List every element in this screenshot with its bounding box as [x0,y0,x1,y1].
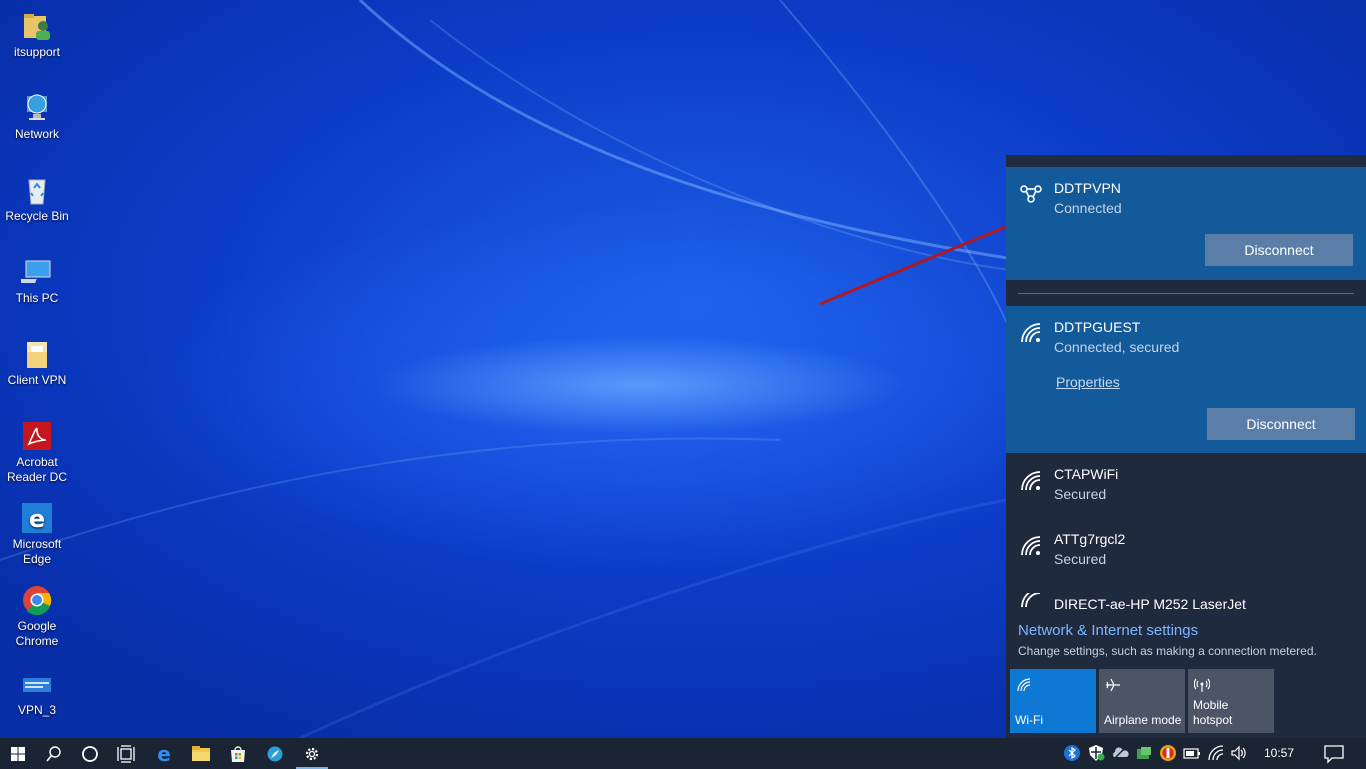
wifi-icon [1018,320,1044,346]
desktop-icon-label: Google Chrome [15,619,59,648]
mobile-hotspot-tile[interactable]: Mobile hotspot [1188,669,1274,733]
tile-label: Mobile hotspot [1193,698,1233,727]
airplane-mode-tile[interactable]: Airplane mode [1099,669,1185,733]
network-wifi-icon[interactable] [1207,744,1225,762]
network-name: CTAPWiFi [1054,466,1119,482]
windows-logo-icon [11,746,25,761]
desktop-icon-label: VPN_3 [17,703,57,717]
bluetooth-icon[interactable] [1063,744,1081,762]
defender-shield-icon[interactable] [1087,744,1105,762]
compass-icon [267,746,283,761]
network-list-item[interactable]: ATTg7rgcl2 Secured [1006,520,1366,584]
wifi-icon [1018,533,1044,559]
vpn-disconnect-button[interactable]: Disconnect [1205,234,1353,266]
taskbar: e 10:57 [0,738,1366,769]
network-settings-description: Change settings, such as making a connec… [1018,644,1317,658]
antivirus-icon[interactable] [1159,744,1177,762]
search-icon [46,745,61,762]
network-status: Secured [1054,486,1107,502]
wifi-icon [1016,677,1032,693]
network-list-item[interactable]: DIRECT-ae-HP M252 LaserJet [1006,585,1366,617]
network-settings-link[interactable]: Network & Internet settings [1018,622,1198,639]
vpn-icon [1018,180,1044,206]
desktop-icon-chrome[interactable]: Google Chrome [2,576,72,656]
vpn-shortcut-icon [21,668,53,700]
desktop-icon-itsupport[interactable]: itsupport [2,2,72,76]
store-icon [231,745,245,762]
volume-icon[interactable] [1230,744,1248,762]
edge-icon: e [157,744,171,764]
folder-icon [192,745,210,761]
taskbar-settings[interactable] [294,738,330,769]
divider [1018,293,1354,294]
wifi-icon [1018,593,1044,607]
action-center-button[interactable] [1322,738,1346,769]
desktop-icon-label: Network [14,127,59,141]
onedrive-icon[interactable] [1111,744,1129,762]
taskbar-edge[interactable]: e [146,738,182,769]
desktop-icon-network[interactable]: Network [2,84,72,158]
desktop-icon-edge[interactable]: e Microsoft Edge [2,494,72,574]
svg-text:e: e [29,505,45,533]
cortana-icon [82,745,98,762]
edge-icon: e [21,502,53,534]
task-view-icon [117,744,135,763]
vpn-connection-item[interactable]: DDTPVPN Connected Disconnect [1006,167,1366,280]
desktop-icon-label: Client VPN [7,373,67,387]
properties-link[interactable]: Properties [1056,374,1120,390]
taskbar-clock[interactable]: 10:57 AM [1254,738,1304,769]
start-button[interactable] [0,738,36,769]
cortana-button[interactable] [72,738,108,769]
desktop-icon-client-vpn[interactable]: Client VPN [2,330,72,404]
network-flyout: DDTPVPN Connected Disconnect DDTPGUEST C… [1006,155,1366,738]
wifi-connected-name: DDTPGUEST [1054,319,1141,335]
desktop-icon-label: Acrobat Reader DC [6,455,68,484]
network-name: DIRECT-ae-HP M252 LaserJet [1054,596,1246,612]
wifi-connected-item[interactable]: DDTPGUEST Connected, secured Properties … [1006,306,1366,453]
tile-label: Wi-Fi [1015,713,1043,727]
desktop-icon-vpn-3[interactable]: VPN_3 [2,660,72,734]
desktop-icon-label: Microsoft Edge [12,537,62,566]
network-list-item[interactable]: CTAPWiFi Secured [1006,455,1366,519]
desktop-icon-label: This PC [15,291,59,305]
vpn-name: DDTPVPN [1054,180,1121,196]
app-tray-icon[interactable] [1135,744,1153,762]
chrome-icon [21,584,53,616]
notification-icon [1324,745,1344,764]
network-globe-icon [21,92,53,124]
desktop-icon-label: itsupport [13,45,61,59]
desktop-icon-label: Recycle Bin [5,209,69,223]
task-view-button[interactable] [108,738,144,769]
battery-icon[interactable] [1183,744,1201,762]
wifi-toggle-tile[interactable]: Wi-Fi [1010,669,1096,733]
vpn-status: Connected [1054,200,1122,216]
desktop-icon-recycle-bin[interactable]: Recycle Bin [2,166,72,240]
desktop-icon-acrobat[interactable]: Acrobat Reader DC [2,412,72,492]
network-name: ATTg7rgcl2 [1054,531,1126,547]
wifi-icon [1018,468,1044,494]
acrobat-icon [21,420,53,452]
flyout-top-strip [1006,155,1366,167]
hotspot-icon [1193,677,1211,693]
wifi-connected-status: Connected, secured [1054,339,1180,355]
taskbar-file-explorer[interactable] [183,738,219,769]
airplane-icon [1105,677,1121,693]
tile-label: Airplane mode [1104,713,1182,727]
network-status: Secured [1054,551,1107,567]
svg-text:e: e [157,744,171,764]
recycle-bin-icon [21,174,53,206]
search-button[interactable] [36,738,72,769]
desktop-icon-this-pc[interactable]: This PC [2,248,72,322]
taskbar-app[interactable] [257,738,293,769]
folder-doc-icon [21,338,53,370]
taskbar-store[interactable] [220,738,256,769]
user-folder-icon [21,10,53,42]
computer-icon [15,256,53,288]
wifi-disconnect-button[interactable]: Disconnect [1207,408,1355,440]
gear-icon [305,747,319,760]
